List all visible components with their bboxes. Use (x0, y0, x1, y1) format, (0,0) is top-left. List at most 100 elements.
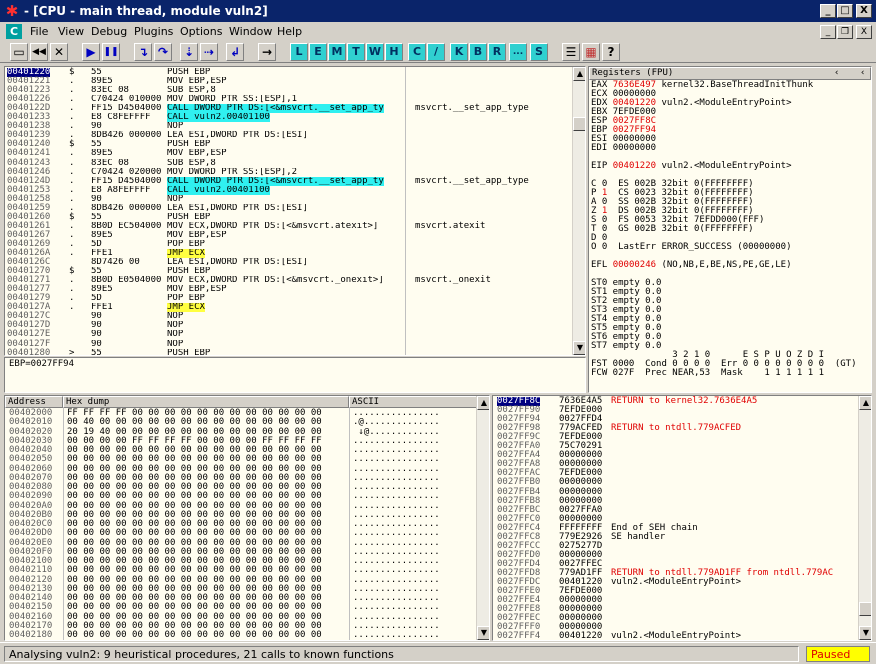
breakpoints-button[interactable]: B (469, 43, 487, 61)
dump-row[interactable]: 00402110 00 00 00 00 00 00 00 00 00 00 00… (5, 566, 475, 575)
memory-dump-pane[interactable]: Address Hex dump ASCII 00402000 FF FF FF … (4, 395, 490, 641)
references-button[interactable]: R (488, 43, 506, 61)
child-close-button[interactable]: X (856, 25, 872, 39)
disasm-row[interactable]: 00401280 >55 PUSH EBP (5, 348, 573, 355)
stack-row[interactable]: 0027FFF4 00401220 vuln2.<ModuleEntryPoint> (493, 632, 857, 640)
stack-row[interactable]: 0027FFCC 0275277D (493, 541, 857, 551)
dump-hex-header[interactable]: Hex dump (63, 396, 349, 408)
disasm-row[interactable]: 00401269. 5D POP EBP (5, 239, 573, 249)
cpu-window-icon[interactable]: C (6, 24, 22, 39)
cpu-button[interactable]: C (408, 43, 426, 61)
stack-row[interactable]: 0027FFC8 779E2926 SE handler (493, 532, 857, 542)
executable-modules-button[interactable]: E (309, 43, 327, 61)
log-window-button[interactable]: L (290, 43, 308, 61)
run-trace-button[interactable]: ... (509, 43, 527, 61)
scroll-thumb[interactable] (573, 117, 585, 131)
disasm-row[interactable]: 00401240 $55 PUSH EBP (5, 140, 573, 149)
dump-ascii-header[interactable]: ASCII (349, 396, 477, 408)
stack-row[interactable]: 0027FFDC 00401220 vuln2.<ModuleEntryPoint> (493, 577, 857, 587)
register-value[interactable]: 00000000 (613, 143, 656, 153)
threads-button[interactable]: T (347, 43, 365, 61)
memory-map-button[interactable]: M (328, 43, 346, 61)
stack-row[interactable]: 0027FFD0 00000000 (493, 550, 857, 560)
menu-view[interactable]: View (58, 25, 84, 38)
disassembly-pane[interactable]: 00401220 $55 PUSH EBP 00401221. 89E5 MOV EBP,… (4, 66, 586, 356)
register-line[interactable]: FCW 027F Prec NEAR,53 Mask 1 1 1 1 1 1 (591, 368, 871, 378)
stack-row[interactable]: 0027FFA4 00000000 (493, 451, 857, 460)
stack-row[interactable]: 0027FF8C 7636E4A5 RETURN to kernel32.7636E… (493, 396, 857, 407)
disasm-row[interactable]: 0040126C 8D7426 00 LEA ESI,DWORD PTR DS:[E… (5, 257, 573, 267)
stack-row[interactable]: 0027FFE8 00000000 (493, 605, 857, 614)
disasm-row[interactable]: 00401221. 89E5 MOV EBP,ESP (5, 76, 573, 86)
scroll-up-icon[interactable]: ▲ (573, 67, 585, 81)
help-icon[interactable]: ? (602, 43, 620, 61)
ollydbg-bug-icon[interactable]: ✱ (4, 3, 20, 19)
disasm-row[interactable]: 00401241. 89E5 MOV EBP,ESP (5, 149, 573, 158)
register-line[interactable]: EIP 00401220 vuln2.<ModuleEntryPoint> (591, 161, 871, 171)
dump-row[interactable]: 00402050 00 00 00 00 00 00 00 00 00 00 00… (5, 455, 475, 464)
source-button[interactable]: S (530, 43, 548, 61)
list-icon[interactable]: ☰ (562, 43, 580, 61)
disasm-row[interactable]: 00401253. E8 A8FEFFFF CALL vuln2.00401100 (5, 185, 573, 195)
disasm-row[interactable]: 00401258. 90 NOP (5, 194, 573, 204)
dump-row[interactable]: 004020D0 00 00 00 00 00 00 00 00 00 00 00… (5, 529, 475, 538)
disasm-row[interactable]: 0040127E 90 NOP (5, 330, 573, 339)
dump-row[interactable]: 00402180 00 00 00 00 00 00 00 00 00 00 00… (5, 630, 475, 640)
disasm-row[interactable]: 0040127D 90 NOP (5, 321, 573, 330)
registers-header[interactable]: Registers (FPU) ‹ ‹ (589, 67, 871, 80)
pause-icon[interactable]: ❚❚ (102, 43, 120, 61)
minimize-button[interactable]: _ (820, 4, 836, 18)
step-into-icon[interactable]: ↴ (134, 43, 152, 61)
register-line[interactable]: O 0 LastErr ERROR_SUCCESS (00000000) (591, 242, 871, 252)
stack-row[interactable]: 0027FFA8 00000000 (493, 460, 857, 469)
goto-icon[interactable]: → (258, 43, 276, 61)
menu-file[interactable]: File (30, 25, 48, 38)
menu-help[interactable]: Help (277, 25, 302, 38)
disasm-row[interactable]: 0040127C 90 NOP (5, 312, 573, 321)
handles-button[interactable]: H (385, 43, 403, 61)
disasm-row[interactable]: 00401233. E8 C8FEFFFF CALL vuln2.00401100 (5, 113, 573, 123)
disasm-row[interactable]: 0040122D. FF15 D4504000 CALL DWORD PTR DS:… (5, 104, 573, 114)
disasm-row[interactable]: 0040124D. FF15 D4504000 CALL DWORD PTR DS:… (5, 176, 573, 186)
scroll-thumb[interactable] (859, 602, 871, 616)
dump-address-header[interactable]: Address (5, 396, 63, 408)
stack-row[interactable]: 0027FFB4 00000000 (493, 487, 857, 497)
step-over-icon[interactable]: ↷ (154, 43, 172, 61)
grid-icon[interactable]: ▦ (582, 43, 600, 61)
stack-row[interactable]: 0027FFE0 7EFDE000 (493, 586, 857, 596)
menu-plugins[interactable]: Plugins (134, 25, 173, 38)
menu-debug[interactable]: Debug (91, 25, 127, 38)
scroll-down-icon[interactable]: ▼ (477, 626, 489, 640)
disasm-row[interactable]: 00401259. 8DB426 000000 LEA ESI,DWORD PTR … (5, 203, 573, 213)
stack-row[interactable]: 0027FF98 779ACFED RETURN to ntdll.779ACFED (493, 424, 857, 433)
dump-row[interactable]: 00402090 00 00 00 00 00 00 00 00 00 00 00… (5, 492, 475, 501)
trace-over-icon[interactable]: ⇢ (200, 43, 218, 61)
menu-options[interactable]: Options (180, 25, 222, 38)
stack-scrollbar[interactable]: ▲ ▼ (858, 396, 871, 640)
disasm-row[interactable]: 00401279. 5D POP EBP (5, 294, 573, 303)
execute-till-return-icon[interactable]: ↲ (226, 43, 244, 61)
child-restore-button[interactable]: ❐ (837, 25, 853, 39)
trace-into-icon[interactable]: ⇣ (180, 43, 198, 61)
open-icon[interactable]: ▭ (10, 43, 28, 61)
dump-row[interactable]: 00402150 00 00 00 00 00 00 00 00 00 00 00… (5, 603, 475, 612)
scroll-up-icon[interactable]: ▲ (477, 396, 489, 410)
maximize-button[interactable]: □ (837, 4, 853, 18)
menu-window[interactable]: Window (229, 25, 272, 38)
patches-button[interactable]: / (427, 43, 445, 61)
stack-pane[interactable]: 0027FF8C 7636E4A5 RETURN to kernel32.7636E… (492, 395, 872, 641)
scroll-down-icon[interactable]: ▼ (573, 341, 585, 355)
register-value[interactable]: 00401220 (613, 161, 656, 171)
disasm-row[interactable]: 00401261. 8B0D EC504000 MOV ECX,DWORD PTR … (5, 221, 573, 231)
disasm-row[interactable]: 00401271. 8B0D E0504000 MOV ECX,DWORD PTR … (5, 276, 573, 285)
registers-pane[interactable]: Registers (FPU) ‹ ‹ EAX 7636E497 kernel3… (588, 66, 872, 393)
disasm-row[interactable]: 0040127A. FFE1 JMP ECX (5, 303, 573, 313)
disasm-row[interactable]: 00401238. 90 NOP (5, 122, 573, 131)
register-line[interactable]: EDI 00000000 (591, 143, 871, 153)
call-stack-button[interactable]: K (450, 43, 468, 61)
disasm-row[interactable]: 0040126A. FFE1 JMP ECX (5, 248, 573, 259)
stack-row[interactable]: 0027FF90 7EFDE000 (493, 405, 857, 415)
scroll-down-icon[interactable]: ▼ (859, 626, 871, 640)
close-program-icon[interactable]: ✕ (50, 43, 68, 61)
stack-row[interactable]: 0027FFAC 7EFDE000 (493, 469, 857, 478)
